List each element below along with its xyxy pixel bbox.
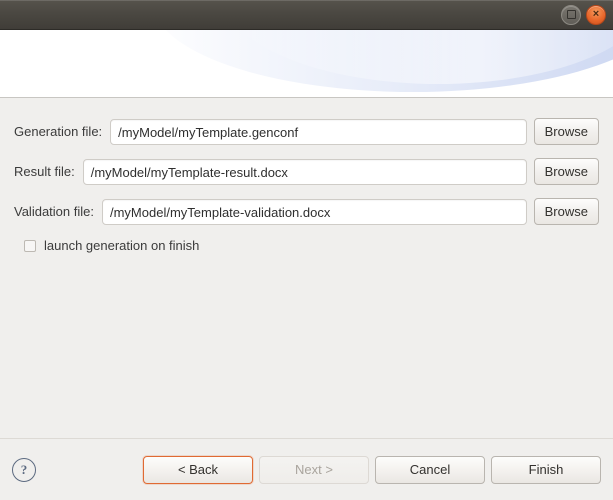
maximize-button[interactable] xyxy=(561,5,581,25)
help-icon[interactable]: ? xyxy=(12,458,36,482)
generation-file-browse-button[interactable]: Browse xyxy=(534,118,599,145)
dialog-button-bar: ? < Back Next > Cancel Finish xyxy=(0,438,613,500)
close-button[interactable]: × xyxy=(586,5,606,25)
finish-button[interactable]: Finish xyxy=(491,456,601,484)
validation-file-label: Validation file: xyxy=(14,204,102,219)
result-file-label: Result file: xyxy=(14,164,83,179)
result-file-input[interactable]: /myModel/myTemplate-result.docx xyxy=(83,159,527,185)
launch-generation-checkbox-row[interactable]: launch generation on finish xyxy=(14,238,599,253)
wizard-header-banner xyxy=(0,30,613,98)
generation-file-label: Generation file: xyxy=(14,124,110,139)
maximize-icon xyxy=(567,10,576,19)
back-button[interactable]: < Back xyxy=(143,456,253,484)
result-file-browse-button[interactable]: Browse xyxy=(534,158,599,185)
wizard-dialog-window: × Generation file: /myModel/myTemplate.g… xyxy=(0,0,613,500)
launch-generation-checkbox[interactable] xyxy=(24,240,36,252)
wizard-body: Generation file: /myModel/myTemplate.gen… xyxy=(0,98,613,438)
generation-file-row: Generation file: /myModel/myTemplate.gen… xyxy=(14,118,599,145)
generation-file-input[interactable]: /myModel/myTemplate.genconf xyxy=(110,119,526,145)
result-file-row: Result file: /myModel/myTemplate-result.… xyxy=(14,158,599,185)
validation-file-browse-button[interactable]: Browse xyxy=(534,198,599,225)
title-bar: × xyxy=(0,0,613,30)
cancel-button[interactable]: Cancel xyxy=(375,456,485,484)
validation-file-row: Validation file: /myModel/myTemplate-val… xyxy=(14,198,599,225)
launch-generation-checkbox-label: launch generation on finish xyxy=(44,238,199,253)
next-button: Next > xyxy=(259,456,369,484)
close-icon: × xyxy=(593,9,599,20)
validation-file-input[interactable]: /myModel/myTemplate-validation.docx xyxy=(102,199,527,225)
